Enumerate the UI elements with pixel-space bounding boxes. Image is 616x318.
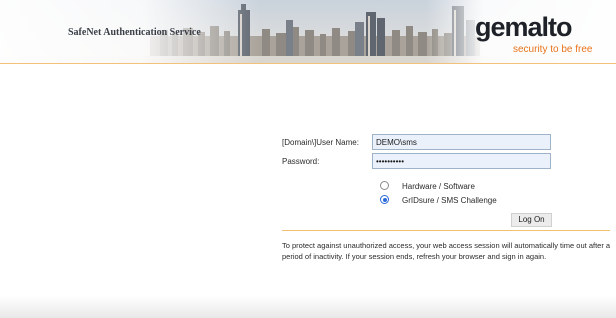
- logo-wordmark: gemalto: [475, 12, 573, 42]
- radio-hardware-software-label: Hardware / Software: [402, 182, 475, 191]
- username-label: [Domain\]User Name:: [282, 138, 359, 147]
- form-divider: [282, 230, 610, 231]
- password-label: Password:: [282, 157, 320, 166]
- log-on-button[interactable]: Log On: [511, 213, 552, 227]
- radio-gridsure-sms[interactable]: [380, 195, 389, 204]
- page-bottom-shade: [0, 296, 616, 318]
- radio-gridsure-sms-label: GrIDsure / SMS Challenge: [402, 196, 497, 205]
- password-input[interactable]: [372, 153, 551, 169]
- logo-tagline: security to be free: [513, 44, 593, 55]
- radio-hardware-software[interactable]: [380, 181, 389, 190]
- gemalto-logo: gemalto security to be free: [475, 12, 605, 58]
- header-divider: [0, 63, 616, 64]
- session-timeout-notice: To protect against unauthorized access, …: [282, 241, 611, 261]
- header-banner: SafeNet Authentication Service gemalto s…: [0, 0, 616, 64]
- app-title: SafeNet Authentication Service: [68, 27, 201, 38]
- username-input[interactable]: [372, 134, 551, 150]
